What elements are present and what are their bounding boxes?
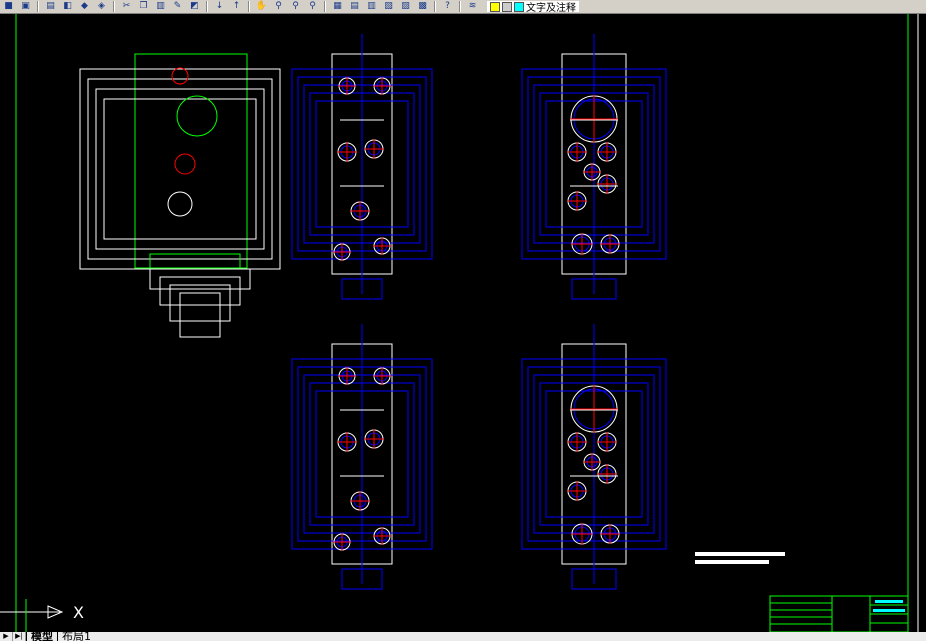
help-icon[interactable]: ? <box>441 1 454 12</box>
section-view-dimension <box>159 276 241 306</box>
note-line <box>695 552 785 556</box>
properties-icon[interactable]: ▦ <box>331 1 344 12</box>
open-icon[interactable]: ■ <box>2 1 15 12</box>
tab-scroll-last-button[interactable]: ▶| <box>13 632 26 641</box>
cut-icon[interactable]: ✂ <box>120 1 133 12</box>
toolbar-separator <box>37 1 39 12</box>
section-view-dimension <box>95 88 265 250</box>
3d-dwf-icon[interactable]: ◈ <box>95 1 108 12</box>
section-bore <box>176 95 218 137</box>
print-icon[interactable]: ▤ <box>44 1 57 12</box>
toolbar-separator <box>248 1 250 12</box>
toolbar-separator <box>113 1 115 12</box>
section-view-dimension <box>179 292 221 338</box>
pan-icon[interactable]: ✋ <box>255 1 268 12</box>
preview-icon[interactable]: ◧ <box>61 1 74 12</box>
publish-icon[interactable]: ◆ <box>78 1 91 12</box>
toolbar-separator <box>459 1 461 12</box>
tab-scroll-first-button[interactable]: ▶ <box>0 632 13 641</box>
copy-icon[interactable]: ❐ <box>137 1 150 12</box>
tab-model[interactable]: 模型 <box>26 632 57 641</box>
toolbar-separator <box>324 1 326 12</box>
section-hole <box>174 153 196 175</box>
zoom-window-icon[interactable]: ⚲ <box>289 1 302 12</box>
markup-icon[interactable]: ▨ <box>399 1 412 12</box>
title-block-text <box>873 609 905 612</box>
layout-tabs: ▶ ▶| 模型 布局1 <box>0 632 926 641</box>
drawing-area[interactable]: X <box>0 14 926 633</box>
layer-color-swatch <box>514 1 524 12</box>
layer-on-icon[interactable] <box>490 1 500 12</box>
layer-freeze-icon[interactable] <box>502 1 512 12</box>
zoom-previous-icon[interactable]: ⚲ <box>306 1 319 12</box>
layer-manager-icon[interactable]: ≋ <box>466 1 479 12</box>
drawing-canvas[interactable]: X <box>0 14 926 633</box>
current-layer-name: 文字及注释 <box>526 3 576 14</box>
paste-icon[interactable]: ▥ <box>154 1 167 12</box>
redo-icon[interactable]: ↑ <box>230 1 243 12</box>
section-hole <box>171 67 189 85</box>
standard-toolbar: ■ ▣ ▤ ◧ ◆ ◈ ✂ ❐ ▥ ✎ ◩ ↓ ↑ ✋ ⚲ ⚲ ⚲ ▦ ▤ ▥ ▧ ▨ ▩? ≋ 文字及注释 <box>0 0 926 14</box>
section-hole <box>167 191 193 217</box>
section-view-dimension <box>149 268 251 290</box>
sheet-set-icon[interactable]: ▧ <box>382 1 395 12</box>
block-editor-icon[interactable]: ◩ <box>188 1 201 12</box>
section-view-dimension <box>103 98 257 240</box>
section-view-dimension <box>169 284 231 322</box>
section-base <box>149 253 241 269</box>
ucs-x-label: X <box>73 603 84 622</box>
section-view-outline <box>134 53 248 269</box>
toolbar-separator <box>434 1 436 12</box>
zoom-realtime-icon[interactable]: ⚲ <box>272 1 285 12</box>
tool-palettes-icon[interactable]: ▥ <box>365 1 378 12</box>
match-properties-icon[interactable]: ✎ <box>171 1 184 12</box>
layer-dropdown[interactable]: 文字及注释 <box>487 1 579 14</box>
toolbar-separator <box>206 1 208 12</box>
quickcalc-icon[interactable]: ▩ <box>416 1 429 12</box>
title-block-text <box>875 600 903 603</box>
design-center-icon[interactable]: ▤ <box>348 1 361 12</box>
note-line <box>695 560 769 564</box>
save-icon[interactable]: ▣ <box>19 1 32 12</box>
tab-layout1[interactable]: 布局1 <box>57 632 95 641</box>
undo-icon[interactable]: ↓ <box>213 1 226 12</box>
